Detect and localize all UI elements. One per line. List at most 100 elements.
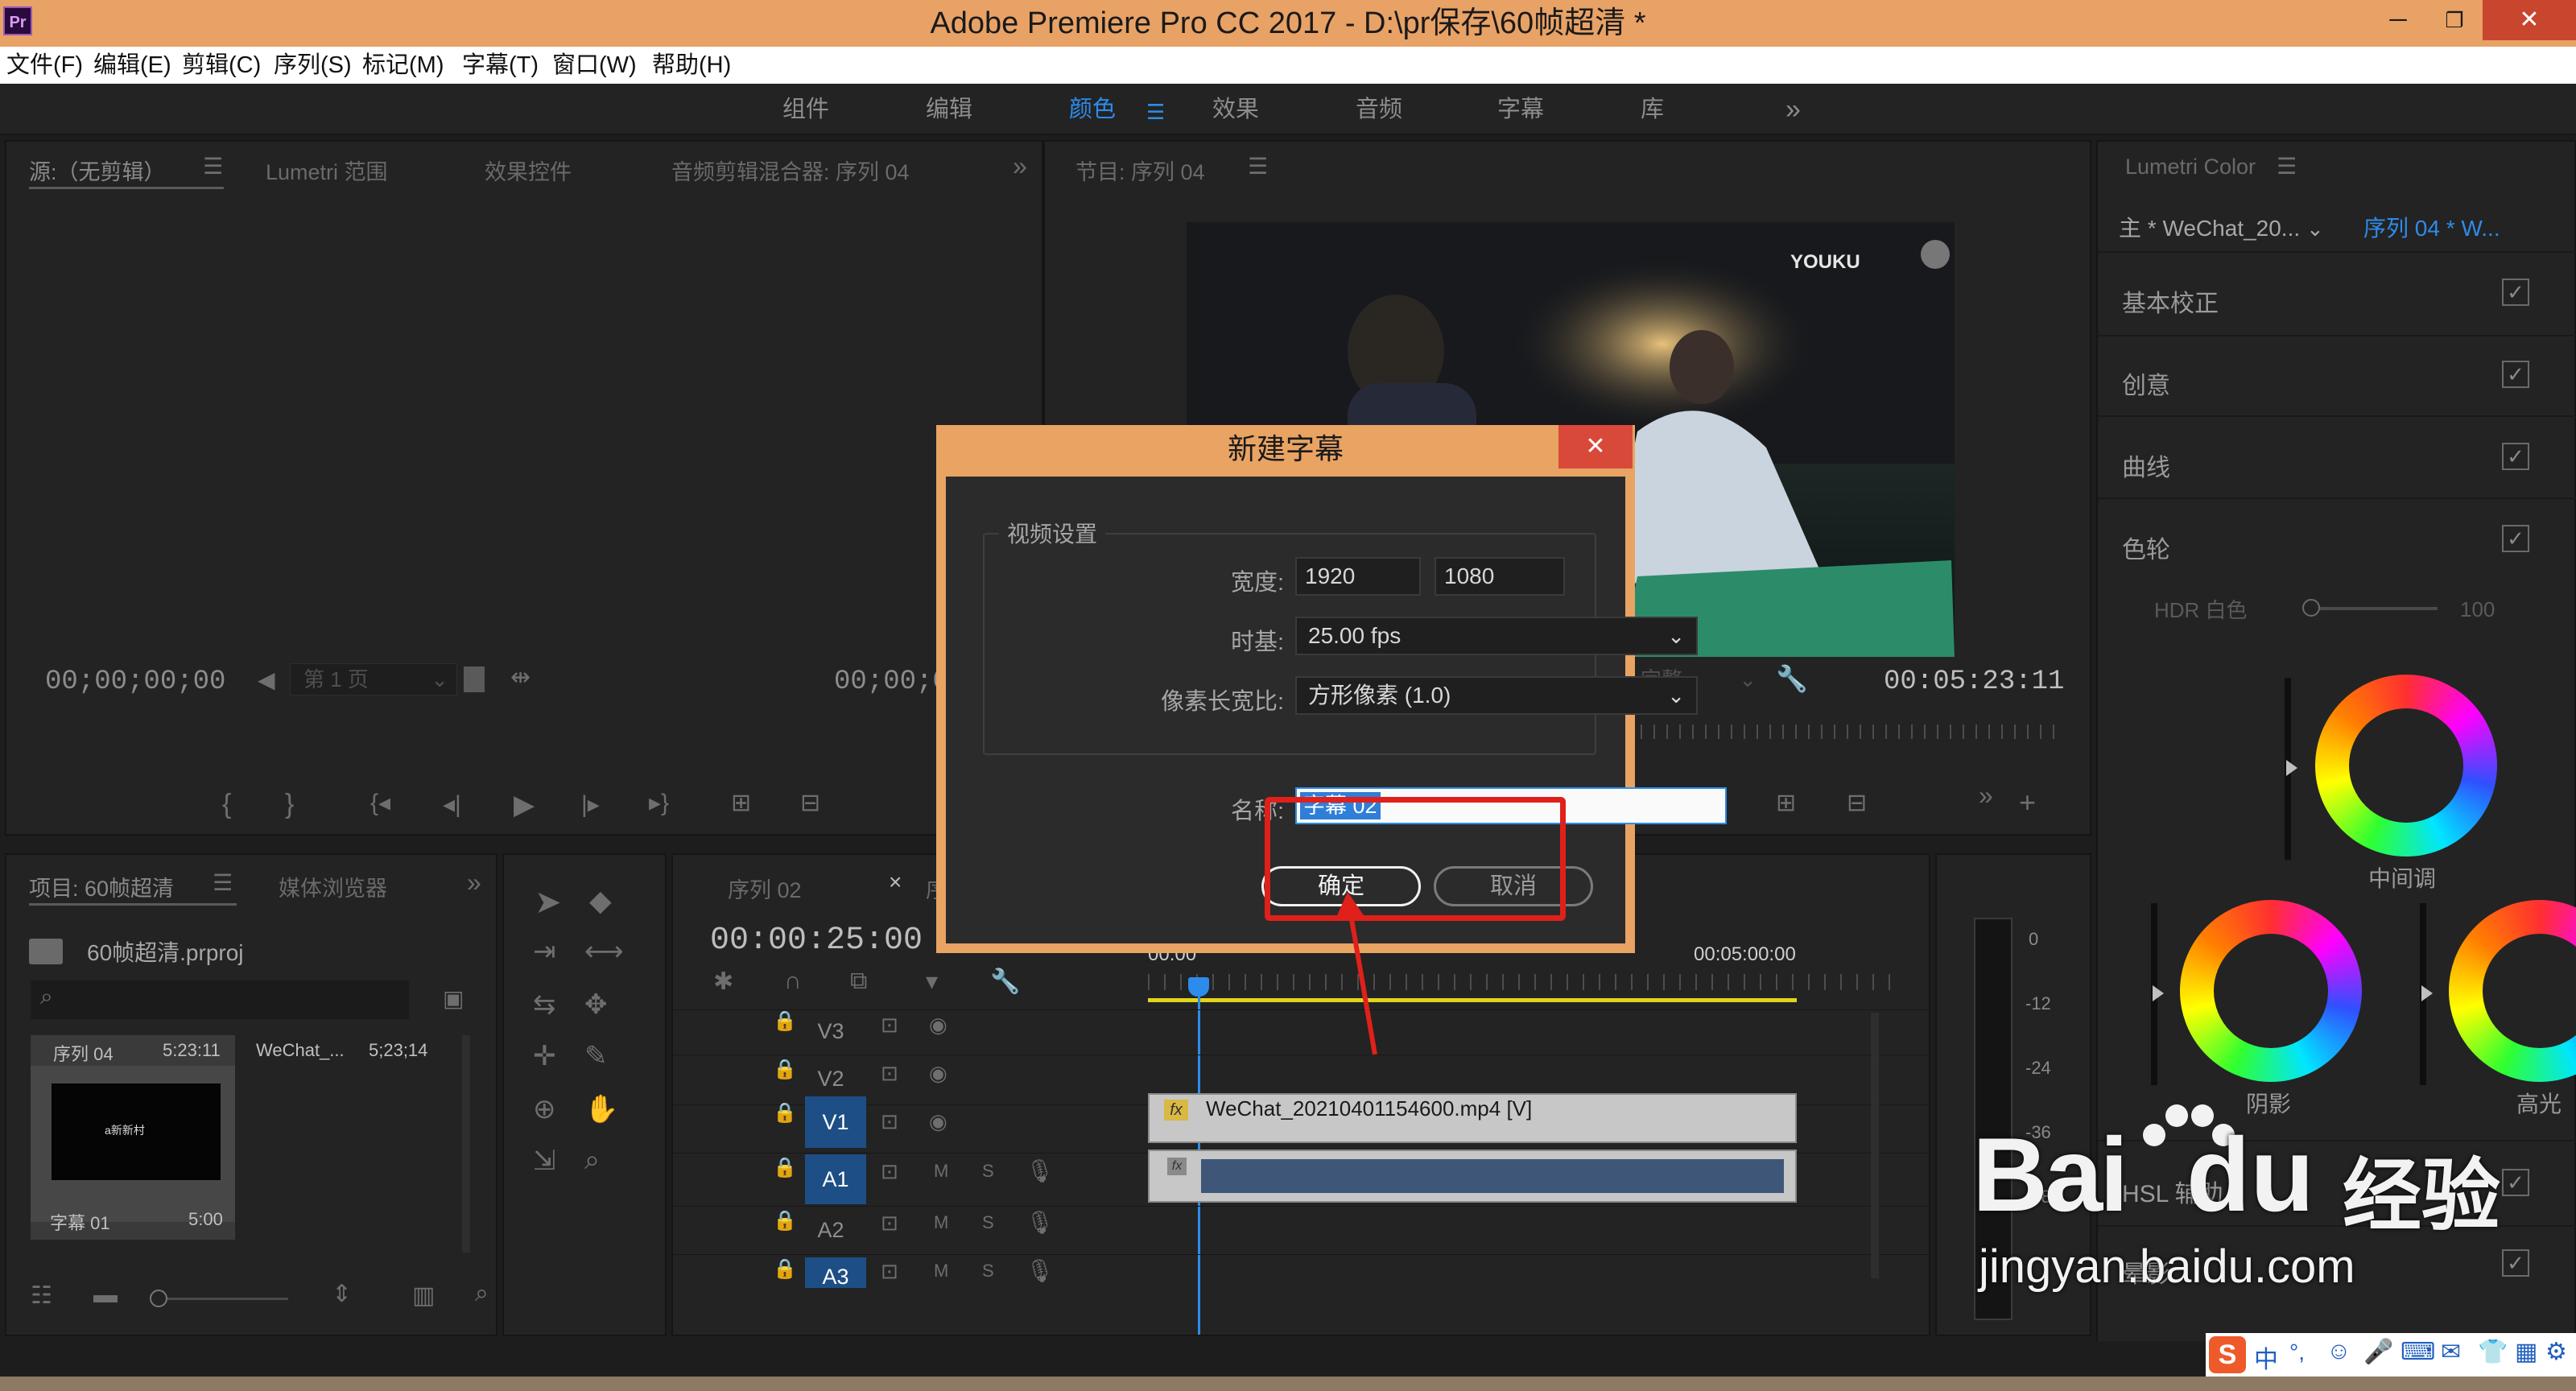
master-clip-select[interactable]: 主 * WeChat_20... ⌄ (2119, 211, 2324, 243)
timeline-settings-icon[interactable]: 🔧 (990, 968, 1020, 996)
eye-icon[interactable]: ◉ (929, 1013, 947, 1038)
ime-logo-icon[interactable]: S (2209, 1336, 2246, 1373)
workspace-menu-icon[interactable]: ☰ (1146, 100, 1165, 125)
add-button-icon[interactable]: + (2019, 786, 2036, 819)
checkbox-curves[interactable]: ✓ (2502, 443, 2529, 470)
source-timecode[interactable]: 00;00;00;00 (45, 667, 225, 697)
panel-menu-icon[interactable]: ☰ (1248, 153, 1268, 180)
wrench-icon[interactable]: 🔧 (1776, 663, 1808, 694)
section-creative[interactable]: 创意 (2122, 365, 2170, 401)
mute-button[interactable]: M (934, 1161, 948, 1182)
sequence-clip-tab[interactable]: 序列 04 * W... (2363, 211, 2500, 243)
page-prev-icon[interactable]: ◀ (258, 667, 275, 693)
ime-language[interactable]: 中 (2254, 1339, 2278, 1375)
zoom-slider[interactable] (167, 1298, 288, 1300)
tab-sequence-02[interactable]: 序列 02 (728, 873, 802, 904)
close-tab-icon[interactable]: × (889, 869, 902, 895)
checkbox-basic-correction[interactable]: ✓ (2502, 279, 2529, 306)
workspace-effects[interactable]: 效果 (1212, 84, 1259, 135)
menu-edit[interactable]: 编辑(E) (93, 47, 171, 84)
lift-icon[interactable]: ⊞ (1776, 789, 1796, 817)
highlights-slider-thumb[interactable] (2421, 985, 2433, 1001)
more-tabs-icon[interactable]: » (1013, 151, 1027, 181)
close-window-button[interactable]: ✕ (2483, 0, 2576, 40)
menu-clip[interactable]: 剪辑(C) (182, 47, 261, 84)
sync-lock-icon[interactable]: ⊡ (881, 1109, 898, 1134)
solo-button[interactable]: S (982, 1212, 994, 1233)
workspace-audio[interactable]: 音频 (1356, 84, 1402, 135)
new-bin-icon[interactable]: ▣ (443, 985, 464, 1012)
nest-icon[interactable]: ✱ (713, 968, 733, 996)
hdr-white-slider[interactable] (2309, 607, 2438, 610)
icon-view-icon[interactable]: ▬ (93, 1282, 118, 1309)
slip-icon[interactable]: ✛ (533, 1040, 556, 1072)
solo-button[interactable]: S (982, 1261, 994, 1282)
mic-icon[interactable]: 🎙 (1026, 1257, 1055, 1284)
mark-in-icon[interactable]: { (222, 789, 231, 820)
track-a1[interactable]: A1 (805, 1154, 866, 1204)
settings-wrench-icon[interactable]: ⇹ (510, 663, 530, 691)
go-to-in-icon[interactable]: {◂ (370, 789, 390, 817)
page-next-icon[interactable] (464, 667, 485, 692)
project-item-clip[interactable]: WeChat_... 5;23;14 (240, 1035, 473, 1240)
time-ruler[interactable] (1148, 974, 1905, 990)
tab-audio-clip-mixer[interactable]: 音频剪辑混合器: 序列 04 (671, 155, 910, 186)
workspace-editing[interactable]: 编辑 (926, 84, 972, 135)
shadows-slider-thumb[interactable] (2153, 985, 2164, 1001)
mark-out-icon[interactable]: } (285, 789, 294, 820)
height-input[interactable]: 1080 (1435, 557, 1565, 596)
project-search-input[interactable] (31, 980, 409, 1019)
grid-icon[interactable]: ▦ (2515, 1338, 2537, 1366)
tab-program[interactable]: 节目: 序列 04 (1075, 155, 1205, 186)
mic-icon[interactable]: 🎙 (1026, 1209, 1055, 1236)
ime-punctuation[interactable]: °, (2289, 1339, 2305, 1365)
audio-clip[interactable]: fx (1148, 1150, 1797, 1203)
mic-icon[interactable]: 🎤 (2363, 1338, 2393, 1366)
more-buttons-icon[interactable]: » (1979, 781, 1993, 811)
selection-tool-icon[interactable]: ➤ (535, 884, 562, 921)
mute-button[interactable]: M (934, 1212, 948, 1233)
hand-icon[interactable]: ✋ (584, 1093, 618, 1125)
restore-button[interactable]: ❐ (2426, 0, 2483, 40)
automate-icon[interactable]: ▥ (412, 1282, 435, 1310)
timeline-timecode[interactable]: 00:00:25:00 (710, 923, 923, 959)
tab-media-browser[interactable]: 媒体浏览器 (279, 871, 387, 902)
more-tabs-icon[interactable]: » (467, 868, 481, 898)
menu-file[interactable]: 文件(F) (6, 47, 83, 84)
tab-lumetri-scopes[interactable]: Lumetri 范围 (266, 155, 388, 186)
tab-effect-controls[interactable]: 效果控件 (485, 155, 572, 186)
menu-marker[interactable]: 标记(M) (362, 47, 444, 84)
lock-icon[interactable]: 🔒 (773, 1009, 797, 1033)
sync-lock-icon[interactable]: ⊡ (881, 1211, 898, 1236)
lock-icon[interactable]: 🔒 (773, 1156, 797, 1179)
sync-lock-icon[interactable]: ⊡ (881, 1159, 898, 1184)
lock-icon[interactable]: 🔒 (773, 1101, 797, 1125)
midtones-slider-thumb[interactable] (2286, 760, 2297, 776)
list-view-icon[interactable]: ☷ (31, 1282, 52, 1310)
snap-icon[interactable]: ∩ (784, 968, 802, 995)
slide-icon[interactable]: ⊕ (533, 1093, 556, 1125)
playhead-handle[interactable] (1188, 977, 1209, 997)
track-a3[interactable]: A3 (805, 1257, 866, 1289)
ripple-edit-icon[interactable]: ⇥ (533, 935, 556, 968)
pixel-aspect-select[interactable]: 方形像素 (1.0) ⌄ (1295, 676, 1698, 715)
zoom-slider-thumb[interactable] (150, 1290, 167, 1307)
panel-menu-icon[interactable]: ☰ (2277, 153, 2297, 180)
section-basic-correction[interactable]: 基本校正 (2122, 283, 2219, 319)
project-scrollbar[interactable] (462, 1035, 470, 1253)
extract-icon[interactable]: ⊟ (1847, 789, 1867, 817)
play-icon[interactable]: ▶ (514, 789, 535, 821)
video-clip[interactable]: fx WeChat_20210401154600.mp4 [V] (1148, 1093, 1797, 1143)
section-curves[interactable]: 曲线 (2122, 448, 2170, 483)
menu-title[interactable]: 字幕(T) (462, 47, 539, 84)
project-item-sequence[interactable]: 序列 04 5:23:11 a新新村 字幕 01 5:00 (31, 1035, 235, 1240)
insert-icon[interactable]: ⊞ (731, 789, 751, 817)
tab-project[interactable]: 项目: 60帧超清 (29, 871, 174, 902)
timeline-scrollbar[interactable] (1871, 1013, 1879, 1278)
eye-icon[interactable]: ◉ (929, 1109, 947, 1134)
hdr-slider-thumb[interactable] (2302, 599, 2320, 617)
panel-menu-icon[interactable]: ☰ (203, 153, 223, 180)
mute-button[interactable]: M (934, 1261, 948, 1282)
menu-window[interactable]: 窗口(W) (552, 47, 637, 84)
dialog-close-button[interactable]: ✕ (1558, 425, 1633, 468)
